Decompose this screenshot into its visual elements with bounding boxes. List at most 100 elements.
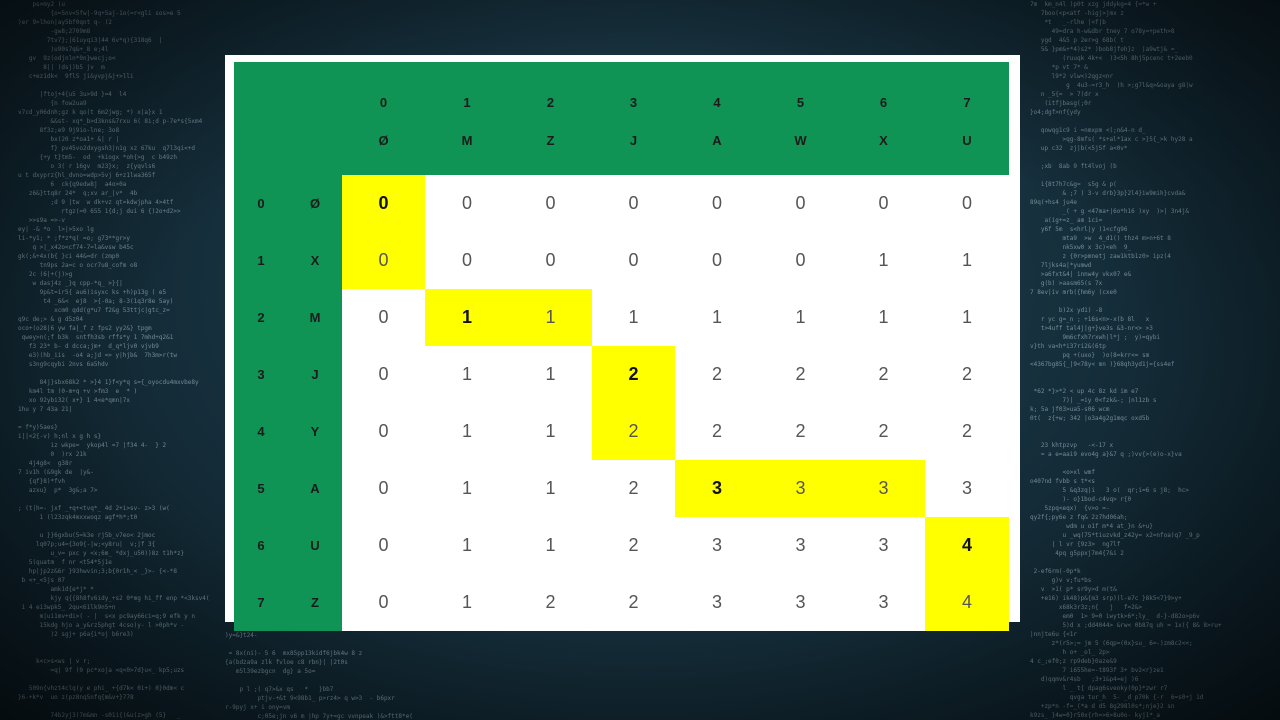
lcs-cell-4-1: 1	[425, 403, 509, 460]
lcs-cell-4-5: 2	[759, 403, 842, 460]
row-index-1: 1	[234, 232, 288, 289]
column-char-2: Z	[509, 116, 592, 175]
row-index-3: 3	[234, 346, 288, 403]
lcs-cell-5-6: 3	[842, 460, 925, 517]
lcs-cell-7-6: 3	[842, 574, 925, 631]
lcs-cell-5-1: 1	[425, 460, 509, 517]
column-index-2: 2	[509, 62, 592, 116]
lcs-cell-7-4: 3	[675, 574, 759, 631]
lcs-cell-7-3: 2	[592, 574, 675, 631]
row-index-7: 7	[234, 574, 288, 631]
lcs-cell-5-0: 0	[342, 460, 425, 517]
lcs-cell-0-2: 0	[509, 175, 592, 232]
column-char-1: M	[425, 116, 509, 175]
row-index-4: 4	[234, 403, 288, 460]
lcs-cell-0-5: 0	[759, 175, 842, 232]
column-char-4: A	[675, 116, 759, 175]
lcs-cell-7-0: 0	[342, 574, 425, 631]
lcs-cell-3-4: 2	[675, 346, 759, 403]
lcs-cell-5-5: 3	[759, 460, 842, 517]
lcs-cell-3-5: 2	[759, 346, 842, 403]
column-index-4: 4	[675, 62, 759, 116]
header-char-row: ØMZJAWXU	[234, 116, 1009, 175]
row-char-0: Ø	[288, 175, 342, 232]
lcs-table: 01234567ØMZJAWXU0Ø000000001X000000112M01…	[234, 62, 1009, 631]
lcs-cell-1-1: 0	[425, 232, 509, 289]
background-code-left: ps>my2 (u {o=5nv<5fw|-9q+5aj-1o(=r<gli s…	[18, 0, 223, 720]
lcs-cell-4-2: 1	[509, 403, 592, 460]
lcs-cell-1-2: 0	[509, 232, 592, 289]
column-char-5: W	[759, 116, 842, 175]
lcs-cell-2-7: 1	[925, 289, 1009, 346]
table-row: 6U01123334	[234, 517, 1009, 574]
lcs-cell-0-6: 0	[842, 175, 925, 232]
lcs-cell-6-0: 0	[342, 517, 425, 574]
row-index-0: 0	[234, 175, 288, 232]
lcs-cell-7-2: 2	[509, 574, 592, 631]
lcs-cell-1-6: 1	[842, 232, 925, 289]
row-index-2: 2	[234, 289, 288, 346]
column-index-7: 7	[925, 62, 1009, 116]
lcs-cell-2-4: 1	[675, 289, 759, 346]
row-char-1: X	[288, 232, 342, 289]
row-char-6: U	[288, 517, 342, 574]
lcs-cell-2-5: 1	[759, 289, 842, 346]
lcs-cell-5-2: 1	[509, 460, 592, 517]
column-index-6: 6	[842, 62, 925, 116]
lcs-cell-4-4: 2	[675, 403, 759, 460]
column-char-3: J	[592, 116, 675, 175]
row-char-7: Z	[288, 574, 342, 631]
table-row: 4Y01122222	[234, 403, 1009, 460]
header-corner	[234, 62, 342, 116]
lcs-cell-0-4: 0	[675, 175, 759, 232]
lcs-cell-2-2: 1	[509, 289, 592, 346]
lcs-table-panel: 01234567ØMZJAWXU0Ø000000001X000000112M01…	[225, 55, 1020, 622]
lcs-cell-0-3: 0	[592, 175, 675, 232]
lcs-cell-1-5: 0	[759, 232, 842, 289]
header-index-row: 01234567	[234, 62, 1009, 116]
lcs-cell-6-1: 1	[425, 517, 509, 574]
lcs-cell-7-7: 4	[925, 574, 1009, 631]
row-char-4: Y	[288, 403, 342, 460]
lcs-cell-2-0: 0	[342, 289, 425, 346]
background-code-bottom: >=)qt1zv8y65<v1s> et>zym29( rn< g;| _vxb…	[225, 622, 1030, 720]
row-char-3: J	[288, 346, 342, 403]
lcs-cell-1-4: 0	[675, 232, 759, 289]
lcs-cell-5-3: 2	[592, 460, 675, 517]
column-index-3: 3	[592, 62, 675, 116]
lcs-cell-0-1: 0	[425, 175, 509, 232]
table-row: 1X00000011	[234, 232, 1009, 289]
lcs-cell-3-6: 2	[842, 346, 925, 403]
lcs-cell-6-5: 3	[759, 517, 842, 574]
table-row: 7Z01223334	[234, 574, 1009, 631]
lcs-cell-1-7: 1	[925, 232, 1009, 289]
lcs-cell-6-6: 3	[842, 517, 925, 574]
row-index-6: 6	[234, 517, 288, 574]
lcs-cell-0-0: 0	[342, 175, 425, 232]
lcs-cell-0-7: 0	[925, 175, 1009, 232]
lcs-cell-3-3: 2	[592, 346, 675, 403]
lcs-cell-2-1: 1	[425, 289, 509, 346]
column-index-0: 0	[342, 62, 425, 116]
column-char-6: X	[842, 116, 925, 175]
column-index-5: 5	[759, 62, 842, 116]
lcs-cell-3-2: 1	[509, 346, 592, 403]
lcs-cell-4-7: 2	[925, 403, 1009, 460]
lcs-cell-3-7: 2	[925, 346, 1009, 403]
lcs-cell-5-4: 3	[675, 460, 759, 517]
lcs-cell-7-1: 1	[425, 574, 509, 631]
lcs-cell-6-2: 1	[509, 517, 592, 574]
row-char-5: A	[288, 460, 342, 517]
lcs-cell-6-3: 2	[592, 517, 675, 574]
lcs-cell-1-3: 0	[592, 232, 675, 289]
lcs-cell-4-3: 2	[592, 403, 675, 460]
lcs-cell-5-7: 3	[925, 460, 1009, 517]
lcs-cell-2-6: 1	[842, 289, 925, 346]
lcs-cell-3-0: 0	[342, 346, 425, 403]
row-index-5: 5	[234, 460, 288, 517]
column-index-1: 1	[425, 62, 509, 116]
column-char-0: Ø	[342, 116, 425, 175]
background-code-right: 7m km_n4l )p0t xzg jddykg=4 {=*w + 7boo(…	[1030, 0, 1270, 720]
column-char-7: U	[925, 116, 1009, 175]
lcs-cell-6-4: 3	[675, 517, 759, 574]
